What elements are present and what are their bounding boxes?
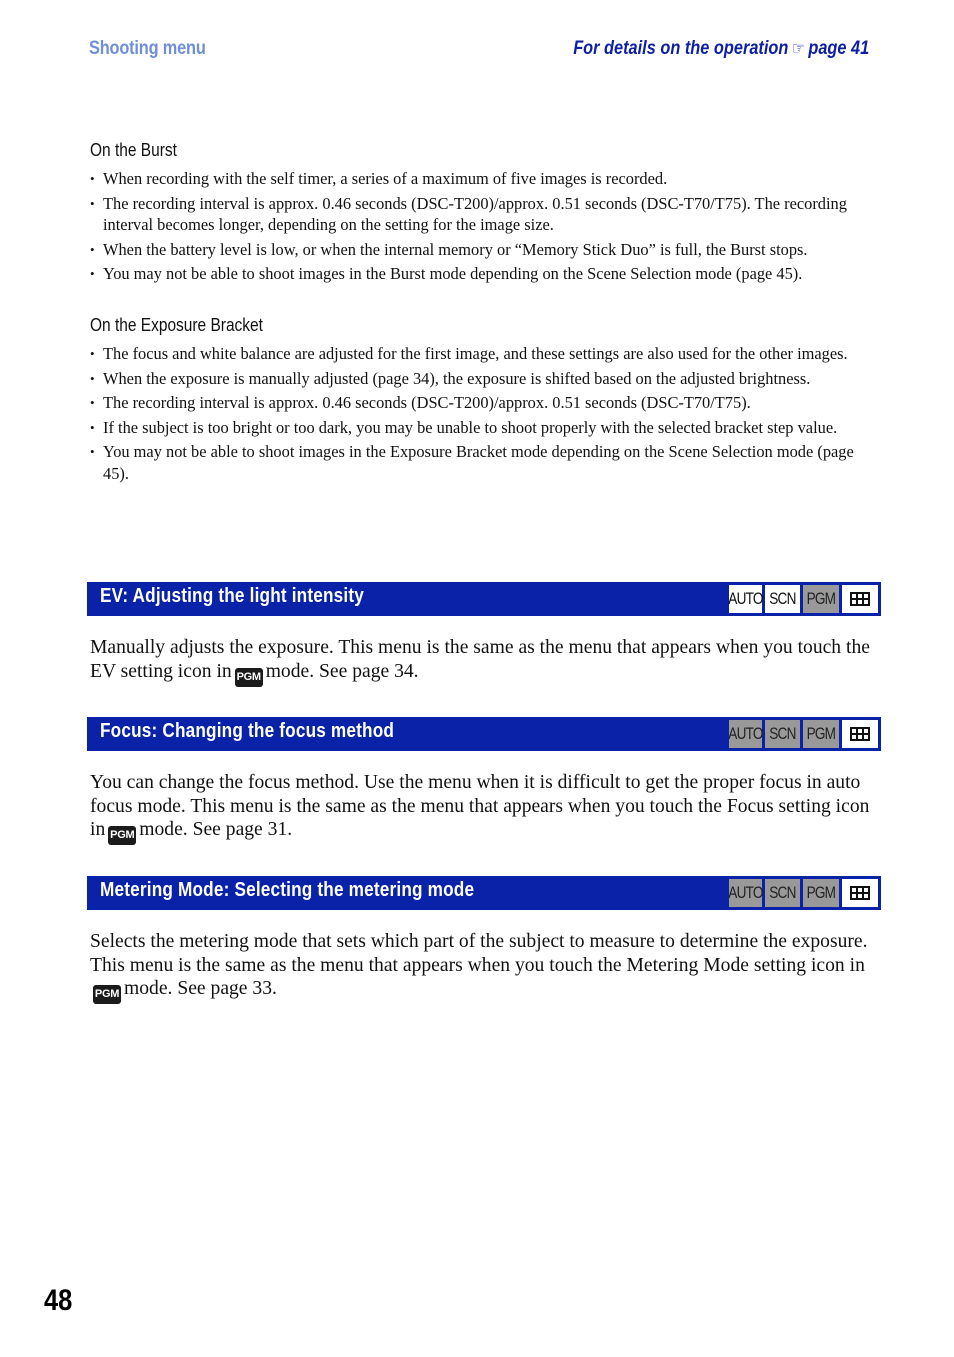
burst-list: When recording with the self timer, a se…: [90, 168, 882, 288]
list-item: When recording with the self timer, a se…: [90, 168, 882, 190]
section-bar-ev: EV: Adjusting the light intensity AUTO S…: [87, 582, 881, 616]
details-page-link[interactable]: page 41: [808, 38, 869, 59]
pgm-mode-icon: PGM: [93, 985, 121, 1004]
section-bar-metering: Metering Mode: Selecting the metering mo…: [87, 876, 881, 910]
burst-heading: On the Burst: [90, 140, 177, 160]
mode-badge-scn: SCN: [765, 585, 800, 613]
section-title: EV: Adjusting the light intensity: [100, 585, 365, 607]
mode-badge-pgm: PGM: [803, 879, 839, 907]
section-body-ev: Manually adjusts the exposure. This menu…: [90, 636, 882, 687]
section-body-metering: Selects the metering mode that sets whic…: [90, 930, 882, 1004]
bracket-heading: On the Exposure Bracket: [90, 315, 263, 335]
list-item: You may not be able to shoot images in t…: [90, 263, 882, 285]
details-reference: For details on the operation ☞ page 41: [573, 38, 869, 60]
mode-badges: AUTO SCN PGM: [728, 720, 878, 748]
mode-badge-auto: AUTO: [728, 720, 763, 748]
list-item: If the subject is too bright or too dark…: [90, 417, 882, 439]
list-item: The recording interval is approx. 0.46 s…: [90, 392, 882, 414]
list-item: When the battery level is low, or when t…: [90, 239, 882, 261]
movie-icon: [842, 720, 878, 748]
section-title: Metering Mode: Selecting the metering mo…: [100, 879, 475, 901]
mode-badge-pgm: PGM: [803, 585, 839, 613]
list-item: The recording interval is approx. 0.46 s…: [90, 193, 882, 236]
section-bar-focus: Focus: Changing the focus method AUTO SC…: [87, 717, 881, 751]
page-number: 48: [44, 1284, 73, 1317]
mode-badges: AUTO SCN PGM: [728, 585, 878, 613]
mode-badges: AUTO SCN PGM: [728, 879, 878, 907]
section-body-focus: You can change the focus method. Use the…: [90, 771, 882, 845]
mode-badge-pgm: PGM: [803, 720, 839, 748]
list-item: You may not be able to shoot images in t…: [90, 441, 882, 484]
mode-badge-auto: AUTO: [728, 879, 763, 907]
list-item: When the exposure is manually adjusted (…: [90, 368, 882, 390]
pgm-mode-icon: PGM: [108, 826, 137, 845]
mode-badge-scn: SCN: [765, 879, 800, 907]
section-header: Shooting menu: [89, 38, 206, 59]
pointing-hand-icon: ☞: [791, 39, 805, 58]
list-item: The focus and white balance are adjusted…: [90, 343, 882, 365]
mode-badge-auto: AUTO: [728, 585, 763, 613]
movie-icon: [842, 585, 878, 613]
bracket-list: The focus and white balance are adjusted…: [90, 343, 882, 487]
pgm-mode-icon: PGM: [234, 667, 263, 687]
movie-icon: [842, 879, 878, 907]
details-prefix: For details on the operation: [572, 38, 789, 59]
section-title: Focus: Changing the focus method: [100, 720, 395, 742]
mode-badge-scn: SCN: [765, 720, 800, 748]
